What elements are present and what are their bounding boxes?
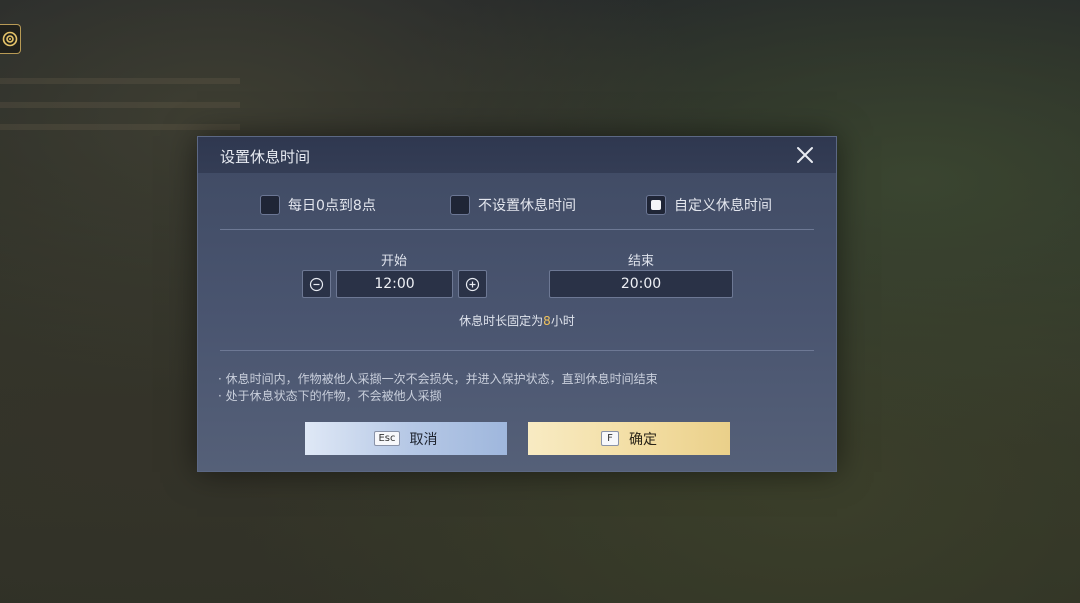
duration-suffix: 小时 [550, 314, 575, 328]
option-label: 每日0点到8点 [288, 198, 376, 214]
option-no-rest[interactable]: 不设置休息时间 [450, 195, 576, 215]
option-daily-0-8[interactable]: 每日0点到8点 [260, 195, 376, 215]
end-label: 结束 [627, 254, 654, 269]
notes: · 休息时间内，作物被他人采撷一次不会损失，并进入保护状态，直到休息时间结束 ·… [218, 371, 658, 405]
checkbox[interactable] [450, 195, 470, 215]
note-line: · 休息时间内，作物被他人采撷一次不会损失，并进入保护状态，直到休息时间结束 [218, 372, 658, 386]
rest-time-dialog: 设置休息时间 每日0点到8点 不设置休息时间 自定义休息时间 开始 12:00 [197, 136, 837, 472]
confirm-button[interactable]: F 确定 [528, 422, 730, 455]
checkbox-checked[interactable] [646, 195, 666, 215]
corner-target-button[interactable] [0, 24, 21, 54]
end-time-field[interactable]: 20:00 [549, 270, 733, 298]
minus-circle-icon [309, 277, 324, 291]
option-label: 自定义休息时间 [674, 198, 772, 214]
divider [220, 350, 814, 351]
option-label: 不设置休息时间 [478, 198, 576, 214]
esc-key-hint: Esc [374, 431, 400, 446]
checkbox[interactable] [260, 195, 280, 215]
confirm-label: 确定 [629, 431, 657, 448]
plus-circle-icon [465, 277, 480, 291]
duration-prefix: 休息时长固定为 [459, 314, 544, 328]
close-icon [797, 147, 813, 163]
f-key-hint: F [601, 431, 619, 446]
close-button[interactable] [794, 144, 816, 166]
background-detail [0, 78, 240, 84]
duration-text: 休息时长固定为8小时 [198, 312, 836, 329]
background-detail [0, 102, 240, 108]
duration-hours: 8 [543, 314, 551, 328]
cancel-label: 取消 [409, 431, 438, 448]
start-label: 开始 [380, 254, 407, 269]
start-time-field[interactable]: 12:00 [336, 270, 453, 298]
background-detail [0, 124, 240, 130]
note-line: · 处于休息状态下的作物，不会被他人采撷 [218, 389, 442, 403]
start-decrease-button[interactable] [302, 270, 331, 298]
dialog-header: 设置休息时间 [198, 137, 836, 173]
dialog-title: 设置休息时间 [220, 148, 311, 166]
cancel-button[interactable]: Esc 取消 [305, 422, 507, 455]
option-custom-rest[interactable]: 自定义休息时间 [646, 195, 772, 215]
target-icon [2, 31, 18, 47]
divider [220, 229, 814, 230]
start-increase-button[interactable] [458, 270, 487, 298]
rest-mode-options: 每日0点到8点 不设置休息时间 自定义休息时间 [198, 195, 836, 217]
